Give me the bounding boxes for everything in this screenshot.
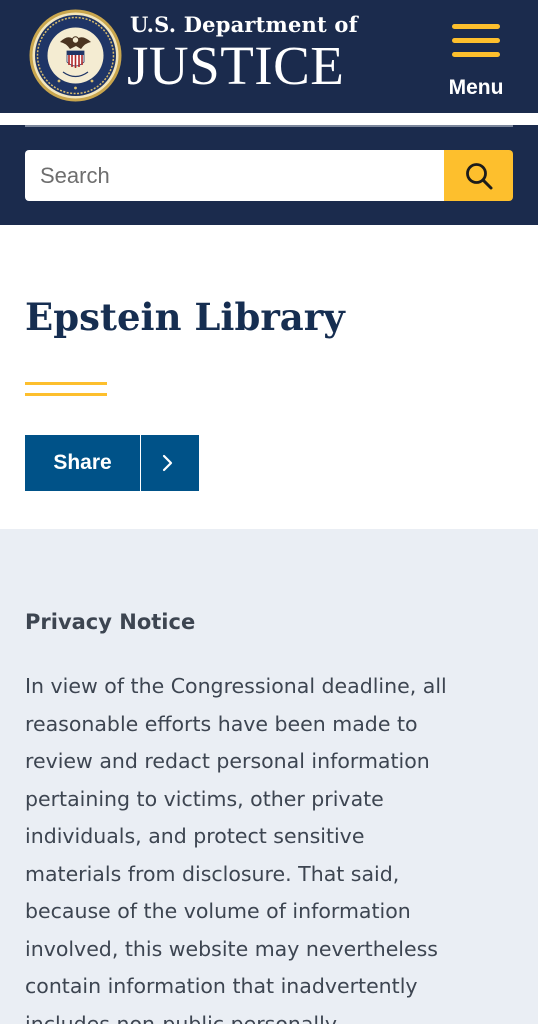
share-divider: [140, 435, 141, 491]
share-label: Share: [53, 451, 112, 474]
share-button[interactable]: Share: [25, 435, 199, 491]
search-button[interactable]: [444, 150, 513, 201]
page-title: Epstein Library: [25, 295, 345, 339]
doj-seal-icon[interactable]: [29, 9, 122, 102]
menu-label: Menu: [448, 76, 504, 99]
chevron-right-icon: [162, 454, 173, 472]
search-bar: [0, 125, 538, 225]
privacy-notice-body: In view of the Congressional deadline, a…: [25, 674, 447, 1024]
menu-button[interactable]: Menu: [438, 20, 514, 104]
search-icon: [466, 163, 493, 190]
header-gap: [0, 113, 538, 125]
hamburger-menu-icon: [452, 24, 500, 58]
search-input[interactable]: [25, 150, 444, 201]
privacy-notice-title: Privacy Notice: [25, 610, 196, 634]
search-divider: [25, 125, 513, 127]
brand-subtitle[interactable]: U.S. Department of: [130, 12, 358, 37]
brand-title[interactable]: JUSTICE: [127, 36, 344, 96]
site-header: U.S. Department of JUSTICE Menu: [0, 0, 538, 113]
title-underline: [25, 382, 107, 398]
privacy-notice-section: Privacy Notice In view of the Congressio…: [0, 529, 538, 1024]
